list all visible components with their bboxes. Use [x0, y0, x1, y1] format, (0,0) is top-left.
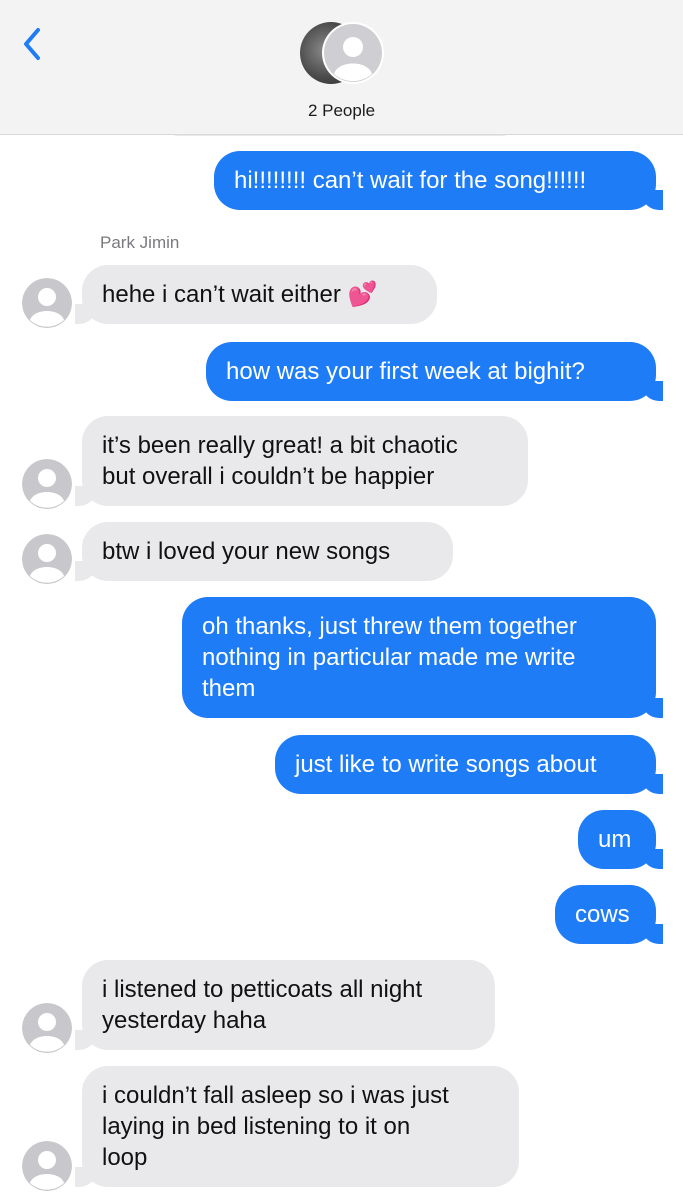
group-avatars[interactable] [300, 22, 386, 92]
message-line: them [202, 675, 256, 702]
message-line: oh thanks, just threw them together [202, 613, 577, 640]
message-bubble-incoming[interactable]: hehe i can’t wait either 💕 [75, 265, 437, 324]
sender-avatar[interactable] [22, 1003, 72, 1053]
message-line: yesterday haha [102, 1007, 267, 1034]
chevron-left-icon [24, 28, 40, 60]
message-bubble-outgoing[interactable]: hi!!!!!!!! can’t wait for the song!!!!!! [214, 151, 663, 210]
sender-name: Park Jimin [100, 233, 180, 252]
person-silhouette-icon [22, 278, 72, 328]
message-line: laying in bed listening to it on [102, 1113, 411, 1140]
message-text: hehe i can’t wait either 💕 [102, 281, 378, 308]
message-line: it’s been really great! a bit chaotic [102, 432, 458, 459]
person-silhouette-icon [22, 1141, 72, 1191]
person-silhouette-icon [22, 534, 72, 584]
message-bubble-incoming[interactable]: i couldn’t fall asleep so i was just lay… [75, 1066, 519, 1187]
message-bubble-incoming[interactable]: it’s been really great! a bit chaotic bu… [75, 416, 528, 506]
back-button[interactable] [18, 24, 48, 64]
sender-avatar[interactable] [22, 534, 72, 584]
message-line: loop [102, 1144, 148, 1171]
message-line: nothing in particular made me write [202, 644, 576, 671]
sender-avatar[interactable] [22, 278, 72, 328]
message-bubble-outgoing[interactable]: um [578, 810, 663, 869]
message-line: i couldn’t fall asleep so i was just [102, 1082, 449, 1109]
sender-avatar[interactable] [22, 459, 72, 509]
message-bubble-outgoing[interactable]: oh thanks, just threw them together noth… [182, 597, 663, 718]
member-generic-avatar [322, 22, 384, 84]
person-silhouette-icon [22, 459, 72, 509]
message-line: i listened to petticoats all night [102, 976, 423, 1003]
sender-avatar[interactable] [22, 1141, 72, 1191]
conversation-title[interactable]: 2 People [0, 101, 683, 121]
message-bubble-incoming[interactable]: btw i loved your new songs [75, 522, 453, 581]
message-bubble-incoming[interactable]: i listened to petticoats all night yeste… [75, 960, 495, 1050]
conversation-header: 2 People [0, 0, 683, 135]
message-bubble-outgoing[interactable]: cows [555, 885, 663, 944]
message-bubble-outgoing[interactable]: just like to write songs about [275, 735, 663, 794]
person-silhouette-icon [22, 1003, 72, 1053]
message-bubble-outgoing[interactable]: how was your first week at bighit? [206, 342, 663, 401]
message-line: but overall i couldn’t be happier [102, 463, 435, 490]
